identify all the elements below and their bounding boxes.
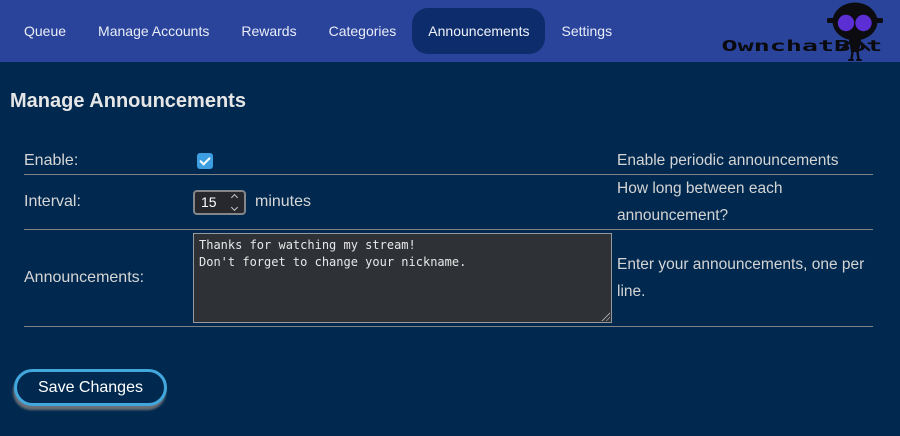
enable-help-text: Enable periodic announcements xyxy=(617,147,873,174)
interval-label: Interval: xyxy=(24,193,193,211)
nav-item-rewards[interactable]: Rewards xyxy=(225,8,312,54)
nav-item-queue[interactable]: Queue xyxy=(8,8,82,54)
interval-value-field[interactable] xyxy=(195,194,221,210)
interval-help-text: How long between each announcement? xyxy=(617,175,873,229)
robot-icon xyxy=(826,2,884,61)
nav-item-manage-accounts[interactable]: Manage Accounts xyxy=(82,8,225,54)
enable-label: Enable: xyxy=(24,152,193,170)
interval-stepper[interactable] xyxy=(232,195,244,210)
interval-unit-label: minutes xyxy=(255,193,311,211)
nav-item-announcements[interactable]: Announcements xyxy=(412,8,545,54)
stepper-up-icon[interactable] xyxy=(231,193,238,200)
form-row-enable: Enable: Enable periodic announcements xyxy=(24,147,873,175)
nav-item-categories[interactable]: Categories xyxy=(313,8,413,54)
enable-checkbox[interactable] xyxy=(197,153,213,169)
announcements-textarea[interactable]: Thanks for watching my stream! Don't for… xyxy=(193,233,612,323)
form-row-announcements: Announcements: Thanks for watching my st… xyxy=(24,230,873,327)
announcements-form: Enable: Enable periodic announcements In… xyxy=(24,147,873,327)
stepper-down-icon[interactable] xyxy=(231,203,238,210)
save-changes-button[interactable]: Save Changes xyxy=(14,369,167,406)
interval-number-input[interactable] xyxy=(193,190,246,215)
top-navbar: Queue Manage Accounts Rewards Categories… xyxy=(0,0,900,62)
nav-item-settings[interactable]: Settings xyxy=(545,8,628,54)
form-row-interval: Interval: minutes How long between each … xyxy=(24,175,873,230)
announcements-help-text: Enter your announcements, one per line. xyxy=(617,251,873,305)
announcements-label: Announcements: xyxy=(24,269,193,287)
brand-logo: OwnchatBot xyxy=(707,0,882,62)
page-title: Manage Announcements xyxy=(10,90,900,113)
